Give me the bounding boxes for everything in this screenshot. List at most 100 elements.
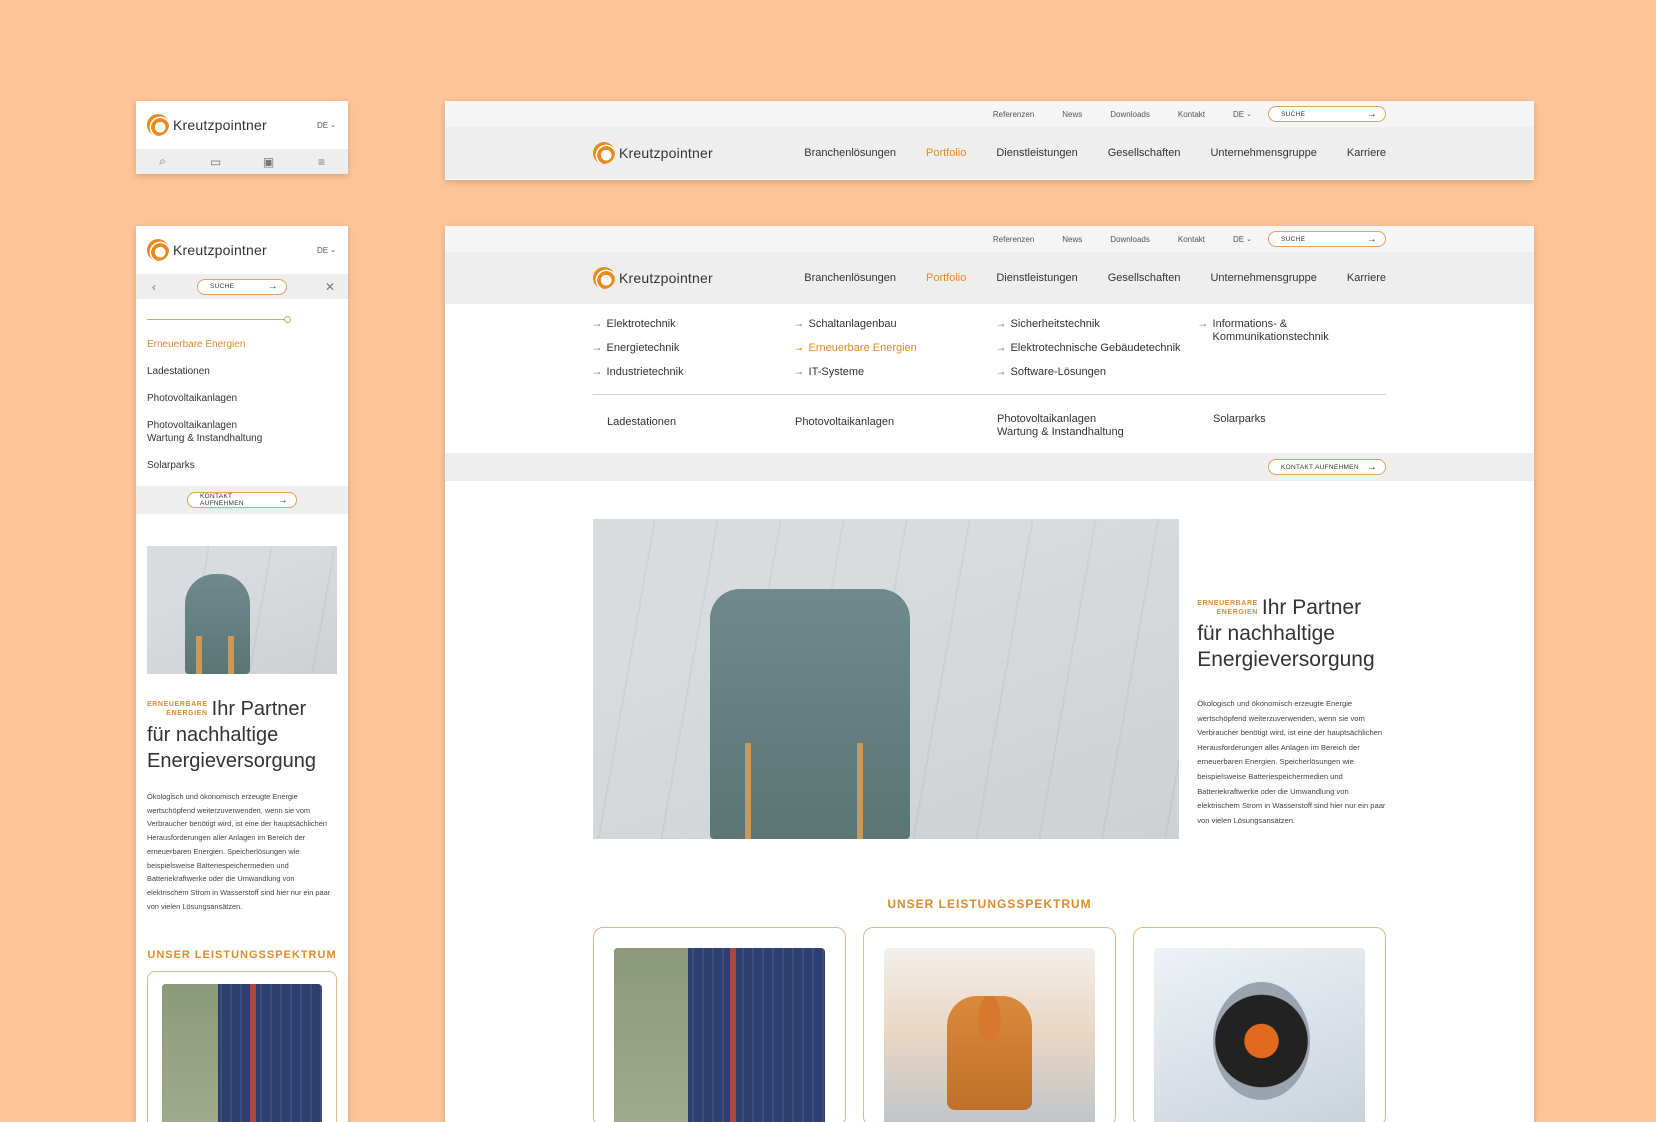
mega-item[interactable]: ⊸ Schaltanlagenbau [795,318,997,332]
logo-icon [593,142,615,164]
mega-item[interactable]: ⊸ IT-Systeme [795,366,997,380]
services-title: UNSER LEISTUNGSSPEKTRUM [147,949,337,962]
toplink-news[interactable]: News [1062,235,1082,244]
toplink-referenzen[interactable]: Referenzen [993,110,1034,119]
chevron-left-icon[interactable]: ‹ [146,280,162,294]
sub-item[interactable]: Solarparks [1213,413,1403,453]
contact-button[interactable]: KONTAKT AUFNEHMEN → [1268,459,1386,475]
sub-item[interactable]: Photovoltaikanlagen Wartung & Instandhal… [997,413,1137,453]
mega-item-selected[interactable]: ⊸ Erneuerbare Energien [795,342,997,356]
top-bar: Referenzen News Downloads Kontakt DE ⌄ SU… [445,226,1534,252]
nav-karriere[interactable]: Karriere [1347,147,1386,159]
search-button[interactable]: SUCHE → [1268,231,1386,247]
nav-gesellschaften[interactable]: Gesellschaften [1108,147,1181,159]
mobile-page-menu-open: Kreutzpointner DE ⌄ ‹ SUCHE → ✕ Erneuerbar… [136,226,348,1122]
arrow-right-icon: → [1366,233,1377,245]
mega-item[interactable]: ⊸ Energietechnik [593,342,795,356]
sub-item[interactable]: Ladestationen [607,413,795,453]
mobile-search-bar: ‹ SUCHE → ✕ [136,274,348,299]
toplink-kontakt[interactable]: Kontakt [1178,110,1205,119]
menu-icon[interactable]: ≡ [314,155,330,169]
main-nav: Branchenlösungen Portfolio Dienstleistun… [804,272,1386,284]
nav-branchenloesungen[interactable]: Branchenlösungen [804,147,896,159]
mobile-icon-bar: ⌕ ▭ ▣ ≡ [136,149,348,174]
chat-icon[interactable]: ▭ [208,155,224,169]
key-icon: ⊸ [997,344,1005,354]
logo[interactable]: Kreutzpointner [593,142,713,164]
service-card[interactable] [147,971,337,1122]
toplink-referenzen[interactable]: Referenzen [993,235,1034,244]
hero-section: ERNEUERBARE ENERGIEN Ihr Partner für nachh… [593,519,1386,839]
toplink-news[interactable]: News [1062,110,1082,119]
logo-icon [147,239,169,261]
toplink-downloads[interactable]: Downloads [1110,235,1150,244]
services-cards [593,927,1386,1122]
mega-item[interactable]: ⊸ Industrietechnik [593,366,795,380]
mega-menu: ⊸ Elektrotechnik ⊸ Energietechnik ⊸ Industr… [445,304,1534,453]
submenu-item[interactable]: Solarparks [147,459,337,472]
arrow-right-icon: → [267,281,278,292]
submenu-title[interactable]: Erneuerbare Energien [147,338,337,351]
nav-portfolio[interactable]: Portfolio [926,272,966,284]
chevron-down-icon: ⌄ [1246,236,1252,243]
submenu-item[interactable]: Photovoltaikanlagen Wartung & Instandhal… [147,419,277,445]
key-icon: ⊸ [997,368,1005,378]
language-selector[interactable]: DE ⌄ [317,121,336,130]
mega-submenu: Ladestationen Photovoltaikanlagen Photov… [593,395,1386,453]
logo-icon [593,267,615,289]
main-nav: Branchenlösungen Portfolio Dienstleistun… [804,147,1386,159]
search-button[interactable]: SUCHE → [1268,106,1386,122]
submenu-item[interactable]: Photovoltaikanlagen [147,392,337,405]
chevron-down-icon: ⌄ [330,122,336,129]
service-card[interactable] [863,927,1116,1122]
briefcase-icon[interactable]: ▣ [261,155,277,169]
service-image [884,948,1095,1122]
service-image [614,948,825,1122]
nav-gesellschaften[interactable]: Gesellschaften [1108,272,1181,284]
language-selector[interactable]: DE ⌄ [1233,235,1252,244]
contact-button[interactable]: KONTAKT AUFNEHMEN → [187,492,297,508]
key-icon: ⊸ [593,368,601,378]
language-selector[interactable]: DE ⌄ [1233,110,1252,119]
mega-item[interactable]: ⊸ Elektrotechnik [593,318,795,332]
service-card[interactable] [593,927,846,1122]
search-icon[interactable]: ⌕ [155,154,171,169]
mobile-header-collapsed: Kreutzpointner DE ⌄ ⌕ ▭ ▣ ≡ [136,101,348,174]
search-button[interactable]: SUCHE → [197,278,287,295]
mega-item[interactable]: ⊸ Informations- & Kommunikationstechnik [1199,318,1339,344]
hero-headline: ERNEUERBARE ENERGIEN Ihr Partner für nachh… [1197,596,1375,671]
nav-dienstleistungen[interactable]: Dienstleistungen [996,147,1077,159]
sub-item[interactable]: Photovoltaikanlagen [795,413,997,453]
main-nav-bar: Kreutzpointner Branchenlösungen Portfoli… [445,127,1534,179]
language-selector[interactable]: DE ⌄ [317,246,336,255]
arrow-right-icon: → [1366,108,1377,120]
nav-unternehmensgruppe[interactable]: Unternehmensgruppe [1210,272,1316,284]
chevron-down-icon: ⌄ [330,247,336,254]
nav-unternehmensgruppe[interactable]: Unternehmensgruppe [1210,147,1316,159]
logo[interactable]: Kreutzpointner [147,114,267,136]
main-nav-bar: Kreutzpointner Branchenlösungen Portfoli… [445,252,1534,304]
key-icon: ⊸ [593,344,601,354]
mega-col-3: ⊸ Sicherheitstechnik ⊸ Elektrotechnische G… [997,318,1199,390]
hero-text: ERNEUERBARE ENERGIEN Ihr Partner für nachh… [1197,519,1386,839]
submenu-item[interactable]: Ladestationen [147,365,337,378]
mega-item[interactable]: ⊸ Sicherheitstechnik [997,318,1199,332]
mega-col-1: ⊸ Elektrotechnik ⊸ Energietechnik ⊸ Industr… [593,318,795,390]
nav-portfolio[interactable]: Portfolio [926,147,966,159]
toplink-kontakt[interactable]: Kontakt [1178,235,1205,244]
toplink-downloads[interactable]: Downloads [1110,110,1150,119]
hero-tag: ERNEUERBARE ENERGIEN [1197,600,1258,616]
mega-item[interactable]: ⊸ Software-Lösungen [997,366,1199,380]
logo-icon [147,114,169,136]
nav-branchenloesungen[interactable]: Branchenlösungen [804,272,896,284]
cta-bar: KONTAKT AUFNEHMEN → [445,453,1534,481]
close-icon[interactable]: ✕ [322,280,338,294]
logo[interactable]: Kreutzpointner [147,239,267,261]
logo[interactable]: Kreutzpointner [593,267,713,289]
mobile-submenu: Erneuerbare Energien Ladestationen Photo… [136,320,348,472]
mega-item[interactable]: ⊸ Elektrotechnische Gebäudetechnik [997,342,1199,356]
nav-karriere[interactable]: Karriere [1347,272,1386,284]
service-card[interactable] [1133,927,1386,1122]
nav-dienstleistungen[interactable]: Dienstleistungen [996,272,1077,284]
mobile-cta-bar: KONTAKT AUFNEHMEN → [136,486,348,514]
